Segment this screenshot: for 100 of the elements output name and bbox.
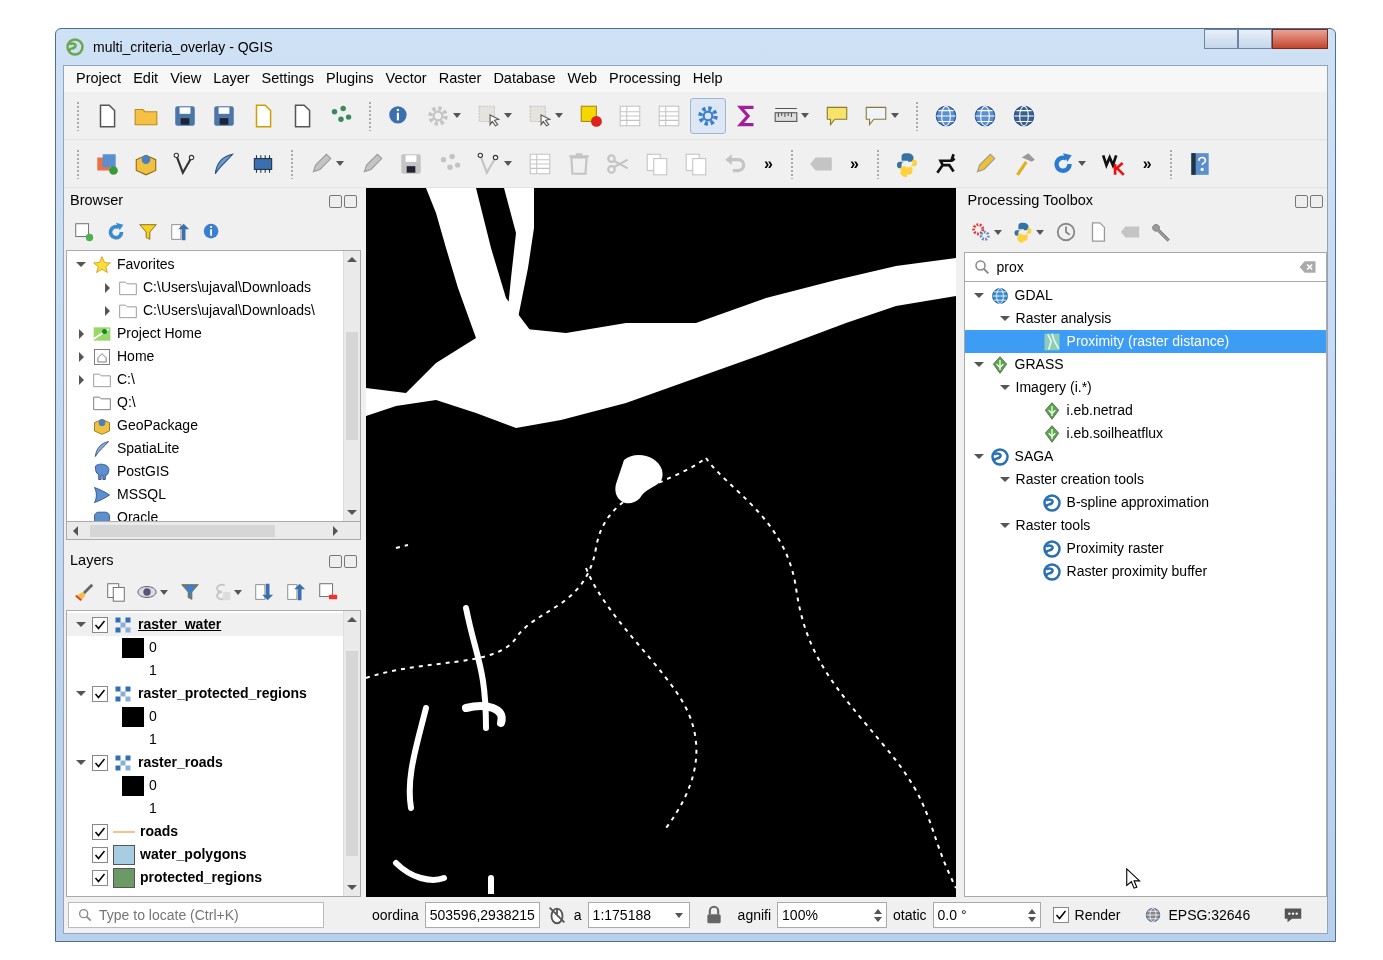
menu-item[interactable]: Help (686, 66, 729, 92)
menu-item[interactable]: Settings (255, 66, 320, 92)
expanded-arrow-icon[interactable] (973, 293, 984, 298)
tree-item[interactable]: C:\Users\ujaval\Downloads (143, 277, 312, 298)
tree-item[interactable]: C:\ (117, 369, 135, 390)
menu-item[interactable]: View (164, 66, 208, 92)
close-button[interactable] (1272, 29, 1328, 49)
tree-item[interactable]: SpatiaLite (117, 438, 180, 459)
tree-item[interactable]: C:\Users\ujaval\Downloads\ (143, 300, 315, 321)
gear-button[interactable] (690, 97, 726, 134)
expanded-arrow-icon[interactable] (76, 760, 86, 765)
dropdown-caret-icon[interactable] (160, 589, 168, 595)
more-tools-button[interactable]: » (756, 151, 781, 176)
tree-item[interactable]: MSSQL (117, 484, 166, 505)
maximize-button[interactable] (1238, 29, 1272, 49)
collapsed-arrow-icon[interactable] (78, 374, 84, 385)
expanded-arrow-icon[interactable] (999, 477, 1010, 482)
locator-input[interactable]: Type to locate (Ctrl+K) (99, 904, 315, 926)
raster-map-drawing[interactable] (365, 188, 956, 894)
float-panel-button[interactable] (328, 194, 342, 208)
algorithm-item[interactable]: Raster proximity buffer (1066, 561, 1208, 582)
dropdown-caret-icon[interactable] (801, 113, 809, 118)
dropdown-caret-icon[interactable] (1077, 161, 1086, 166)
tree-item[interactable]: Favorites (117, 254, 175, 275)
minimize-button[interactable] (1204, 29, 1238, 49)
horizontal-scrollbar[interactable] (66, 522, 361, 540)
menu-item[interactable]: Project (70, 66, 128, 92)
tree-group[interactable]: SAGA (1014, 446, 1054, 467)
menu-item[interactable]: Raster (432, 66, 488, 92)
collapsed-arrow-icon[interactable] (104, 282, 110, 293)
scroll-left-arrow-icon[interactable] (73, 525, 78, 536)
tree-item[interactable]: Project Home (117, 323, 202, 344)
float-panel-button[interactable] (1295, 194, 1308, 208)
tree-item[interactable]: PostGIS (117, 461, 170, 482)
expanded-arrow-icon[interactable] (999, 523, 1010, 528)
expanded-arrow-icon[interactable] (76, 262, 86, 267)
tree-group[interactable]: Raster analysis (1015, 308, 1112, 329)
locator-field[interactable]: Type to locate (Ctrl+K) (68, 902, 324, 928)
collapsed-arrow-icon[interactable] (78, 328, 84, 339)
scrollbar[interactable] (342, 611, 360, 896)
expanded-arrow-icon[interactable] (973, 454, 984, 459)
menu-item[interactable]: Layer (207, 66, 256, 92)
dropdown-caret-icon[interactable] (993, 229, 1002, 235)
layer-checkbox[interactable] (92, 869, 108, 886)
menu-item[interactable]: Edit (127, 66, 165, 92)
search-field[interactable]: prox (963, 252, 1327, 282)
float-panel-button[interactable] (328, 554, 342, 568)
scale-combo[interactable]: 1:175188 (587, 902, 690, 928)
scroll-up-arrow-icon[interactable] (346, 257, 357, 262)
search-input[interactable]: prox (996, 256, 1292, 278)
algorithm-item[interactable]: B-spline approximation (1066, 492, 1209, 513)
collapsed-arrow-icon[interactable] (104, 305, 110, 316)
more-tools-button[interactable]: » (841, 151, 867, 176)
more-tools-button[interactable]: » (1134, 151, 1160, 176)
layer-name[interactable]: protected_regions (140, 867, 263, 888)
menu-item[interactable]: Web (561, 66, 604, 92)
dropdown-caret-icon[interactable] (891, 113, 899, 118)
collapsed-arrow-icon[interactable] (78, 351, 84, 362)
layer-name[interactable]: raster_roads (138, 752, 223, 773)
tree-group[interactable]: GDAL (1014, 285, 1053, 306)
expanded-arrow-icon[interactable] (973, 362, 984, 367)
scroll-up-arrow-icon[interactable] (346, 617, 357, 622)
algorithm-item[interactable]: i.eb.netrad (1066, 400, 1133, 421)
tree-item[interactable]: GeoPackage (117, 415, 198, 436)
expanded-arrow-icon[interactable] (76, 622, 86, 627)
menu-item[interactable]: Database (487, 66, 562, 92)
tree-group[interactable]: Imagery (i.*) (1015, 377, 1092, 398)
expanded-arrow-icon[interactable] (76, 691, 86, 696)
menu-item[interactable]: Processing (603, 66, 687, 92)
layer-checkbox[interactable] (92, 823, 108, 840)
tree-group[interactable]: Raster creation tools (1015, 469, 1144, 490)
close-panel-button[interactable] (343, 554, 357, 568)
layer-name[interactable]: roads (140, 821, 179, 842)
scroll-down-arrow-icon[interactable] (346, 510, 357, 515)
algorithm-item[interactable]: Proximity raster (1066, 538, 1164, 559)
tree-group[interactable]: GRASS (1014, 354, 1064, 375)
layer-checkbox[interactable] (92, 846, 108, 863)
expanded-arrow-icon[interactable] (999, 316, 1010, 321)
render-checkbox[interactable] (1052, 907, 1069, 923)
rotation-spinbox[interactable]: 0.0 ° (932, 902, 1041, 928)
layer-name[interactable]: water_polygons (140, 844, 247, 865)
scroll-down-arrow-icon[interactable] (346, 885, 357, 890)
menu-item[interactable]: Plugins (320, 66, 380, 92)
scroll-right-arrow-icon[interactable] (332, 525, 338, 536)
tree-group[interactable]: Raster tools (1015, 515, 1091, 536)
tree-item[interactable]: Q:\ (117, 392, 136, 413)
layer-checkbox[interactable] (92, 685, 108, 702)
menu-item[interactable]: Vector (379, 66, 433, 92)
layer-checkbox[interactable] (92, 616, 108, 633)
close-panel-button[interactable] (343, 194, 357, 208)
expanded-arrow-icon[interactable] (999, 385, 1010, 390)
tree-item[interactable]: Home (117, 346, 155, 367)
layer-name[interactable]: raster_protected_regions (138, 683, 307, 704)
dropdown-caret-icon[interactable] (1035, 229, 1044, 235)
crs-button[interactable]: EPSG:32646 (1168, 904, 1251, 926)
coordinate-field[interactable]: 503596,2938215 (424, 902, 540, 928)
scrollbar[interactable] (342, 251, 360, 521)
magnifier-spinbox[interactable]: 100% (777, 902, 888, 928)
close-panel-button[interactable] (1310, 194, 1323, 208)
algorithm-item[interactable]: i.eb.soilheatflux (1066, 423, 1164, 444)
